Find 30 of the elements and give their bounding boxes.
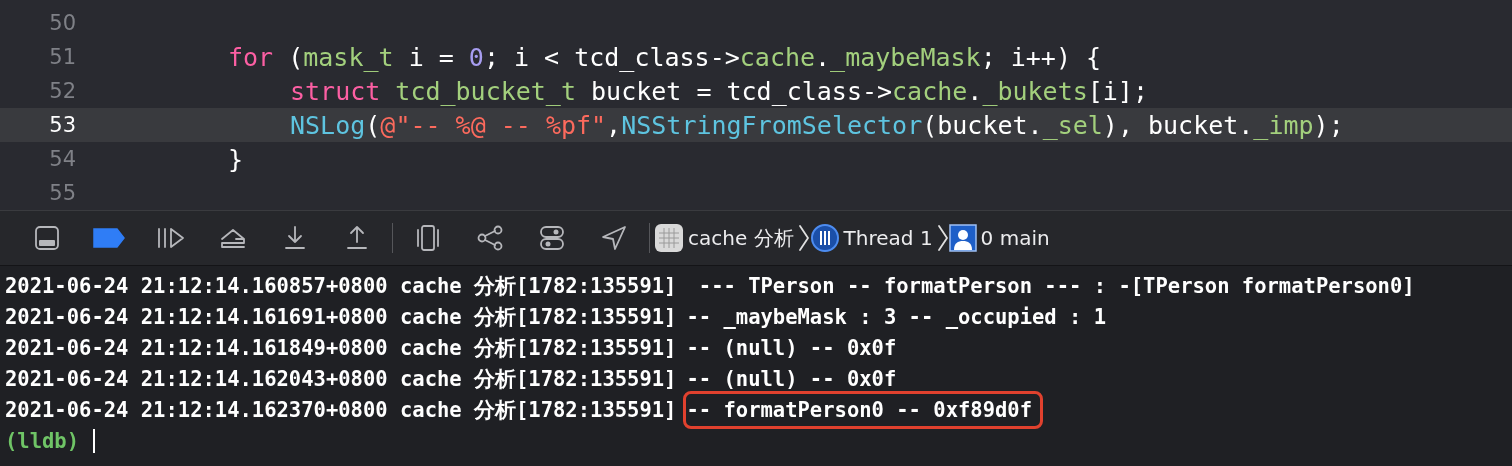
user-icon	[948, 224, 977, 252]
breadcrumb-item[interactable]: cache 分析	[684, 224, 798, 252]
log-prefix: 2021-06-24 21:12:14.161691+0800 cache 分析[1782:135591]	[5, 303, 677, 331]
log-message: -- (null) -- 0x0f	[686, 335, 897, 360]
log-prefix: 2021-06-24 21:12:14.162043+0800 cache 分析[1782:135591]	[5, 365, 677, 393]
code-line: NSLog(@"-- %@ -- %pf",NSStringFromSelector(bucket._sel), bucket._imp);	[290, 110, 1344, 140]
chevron-icon	[936, 224, 949, 252]
app-icon	[654, 223, 684, 253]
log-prefix: 2021-06-24 21:12:14.160857+0800 cache 分析[1782:135591]	[5, 272, 677, 300]
line-number: 53	[48, 113, 76, 137]
log-message: --- TPerson -- formatPerson --- : -[TPerson formatPerson0]	[697, 273, 1415, 298]
line-number: 51	[48, 45, 76, 69]
line-number: 52	[48, 79, 76, 103]
line-number: 54	[48, 147, 76, 171]
line-number: 55	[48, 181, 76, 205]
code-line: }	[228, 144, 244, 174]
highlighted-log-message: -- formatPerson0 -- 0xf89d0f	[683, 390, 1044, 429]
log-message: -- _maybeMask : 3 -- _occupied : 1	[686, 304, 1107, 329]
thread-icon	[809, 223, 840, 253]
log-prefix: 2021-06-24 21:12:14.161849+0800 cache 分析[1782:135591]	[5, 334, 677, 362]
breadcrumb-item[interactable]: Thread 1	[839, 226, 937, 250]
breadcrumb-item[interactable]: 0 main	[976, 226, 1054, 250]
code-line: struct tcd_bucket_t bucket = tcd_class->cache._bukets[i];	[290, 76, 1148, 106]
chevron-icon	[797, 224, 810, 252]
code-line: for (mask_t i = 0; i < tcd_class->cache._maybeMask; i++) {	[228, 42, 1102, 72]
line-number: 50	[48, 11, 76, 35]
lldb-prompt: (lldb)	[5, 428, 80, 453]
log-prefix: 2021-06-24 21:12:14.162370+0800 cache 分析[1782:135591]	[5, 396, 677, 424]
text-cursor	[93, 428, 96, 453]
log-message: -- (null) -- 0x0f	[686, 366, 897, 391]
